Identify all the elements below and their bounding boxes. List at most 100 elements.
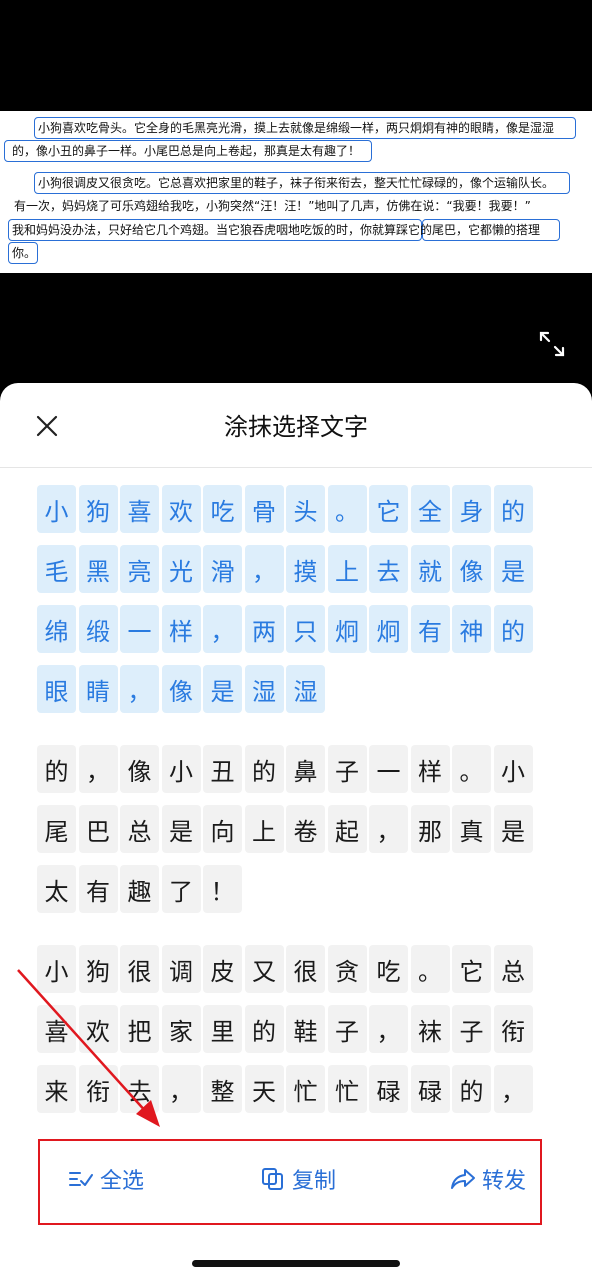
char-cell[interactable]: 巴 — [78, 805, 118, 853]
select-all-button[interactable]: 全选 — [68, 1163, 144, 1195]
char-cell[interactable]: 起 — [327, 805, 367, 853]
char-cell[interactable]: 向 — [203, 805, 242, 853]
char-cell-selected[interactable]: 只 — [286, 605, 325, 653]
char-cell[interactable]: 太 — [37, 865, 76, 913]
forward-button[interactable]: 转发 — [450, 1163, 526, 1195]
char-cell-selected[interactable]: 像 — [161, 665, 201, 713]
char-cell-selected[interactable]: 湿 — [244, 665, 284, 713]
char-cell[interactable]: 像 — [120, 745, 159, 793]
char-cell[interactable]: 把 — [120, 1005, 159, 1053]
char-cell-selected[interactable]: ， — [244, 545, 284, 593]
char-cell[interactable]: 衔 — [78, 1065, 118, 1113]
char-cell[interactable]: 忙 — [327, 1065, 367, 1113]
char-cell-selected[interactable]: 它 — [369, 485, 408, 533]
char-cell[interactable]: 一 — [369, 745, 408, 793]
char-cell[interactable]: 小 — [37, 945, 76, 993]
char-cell[interactable]: ， — [369, 1005, 408, 1053]
char-cell[interactable]: 尾 — [37, 805, 76, 853]
char-cell[interactable]: 子 — [327, 1005, 367, 1053]
char-cell[interactable]: 子 — [452, 1005, 491, 1053]
char-cell-selected[interactable]: 是 — [493, 545, 533, 593]
char-cell[interactable]: 皮 — [203, 945, 242, 993]
char-cell-selected[interactable]: 毛 — [37, 545, 76, 593]
char-cell-selected[interactable]: 。 — [327, 485, 367, 533]
char-cell-selected[interactable]: 头 — [286, 485, 325, 533]
char-cell-selected[interactable]: 去 — [369, 545, 408, 593]
char-cell[interactable]: 上 — [244, 805, 284, 853]
char-cell[interactable]: 的 — [452, 1065, 491, 1113]
char-cell-selected[interactable]: 神 — [452, 605, 491, 653]
char-cell[interactable]: 它 — [452, 945, 491, 993]
char-cell[interactable]: 天 — [244, 1065, 284, 1113]
char-cell-selected[interactable]: 吃 — [203, 485, 242, 533]
char-cell-selected[interactable]: 滑 — [203, 545, 242, 593]
char-cell-selected[interactable]: 像 — [452, 545, 491, 593]
char-cell[interactable]: 小 — [161, 745, 201, 793]
char-cell[interactable]: 吃 — [369, 945, 408, 993]
char-cell[interactable]: 小 — [493, 745, 533, 793]
char-cell[interactable]: 样 — [410, 745, 450, 793]
char-cell[interactable]: 的 — [244, 1005, 284, 1053]
char-cell[interactable]: ， — [369, 805, 408, 853]
char-cell[interactable]: 调 — [161, 945, 201, 993]
char-cell-selected[interactable]: 亮 — [120, 545, 159, 593]
char-cell[interactable]: 是 — [493, 805, 533, 853]
char-cell[interactable]: 卷 — [286, 805, 325, 853]
char-cell-selected[interactable]: 炯 — [327, 605, 367, 653]
char-cell-selected[interactable]: 两 — [244, 605, 284, 653]
char-cell[interactable]: 那 — [410, 805, 450, 853]
char-cell-selected[interactable]: 就 — [410, 545, 450, 593]
char-cell-selected[interactable]: 骨 — [244, 485, 284, 533]
char-cell-selected[interactable]: 一 — [120, 605, 159, 653]
char-cell[interactable]: 家 — [161, 1005, 201, 1053]
char-cell[interactable]: 总 — [120, 805, 159, 853]
char-cell[interactable]: 。 — [452, 745, 491, 793]
char-cell[interactable]: 袜 — [410, 1005, 450, 1053]
char-cell[interactable]: 子 — [327, 745, 367, 793]
char-cell-selected[interactable]: 有 — [410, 605, 450, 653]
char-cell-selected[interactable]: 绵 — [37, 605, 76, 653]
char-cell[interactable]: 很 — [286, 945, 325, 993]
char-cell[interactable]: 忙 — [286, 1065, 325, 1113]
char-cell[interactable]: ， — [78, 745, 118, 793]
char-cell-selected[interactable]: 上 — [327, 545, 367, 593]
char-cell[interactable]: 衔 — [493, 1005, 533, 1053]
char-cell[interactable]: 了 — [161, 865, 201, 913]
char-cell[interactable]: 很 — [120, 945, 159, 993]
char-cell-selected[interactable]: 狗 — [78, 485, 118, 533]
character-grid[interactable]: 小狗喜欢吃骨头。它全身的毛黑亮光滑，摸上去就像是绵缎一样，两只炯炯有神的眼睛，像… — [37, 485, 537, 1115]
char-cell[interactable]: 的 — [244, 745, 284, 793]
char-cell[interactable]: 来 — [37, 1065, 76, 1113]
char-cell[interactable]: 的 — [37, 745, 76, 793]
char-cell-selected[interactable]: 眼 — [37, 665, 76, 713]
char-cell[interactable]: 总 — [493, 945, 533, 993]
char-cell[interactable]: ！ — [203, 865, 242, 913]
char-cell[interactable]: 是 — [161, 805, 201, 853]
char-cell-selected[interactable]: 喜 — [120, 485, 159, 533]
char-cell-selected[interactable]: 摸 — [286, 545, 325, 593]
char-cell-selected[interactable]: 全 — [410, 485, 450, 533]
char-cell[interactable]: 整 — [203, 1065, 242, 1113]
char-cell-selected[interactable]: 炯 — [369, 605, 408, 653]
char-cell[interactable]: 碌 — [369, 1065, 408, 1113]
char-cell[interactable]: 碌 — [410, 1065, 450, 1113]
char-cell[interactable]: 欢 — [78, 1005, 118, 1053]
char-cell-selected[interactable]: 身 — [452, 485, 491, 533]
char-cell-selected[interactable]: 湿 — [286, 665, 325, 713]
char-cell-selected[interactable]: 欢 — [161, 485, 201, 533]
char-cell-selected[interactable]: 的 — [493, 485, 533, 533]
char-cell[interactable]: ， — [493, 1065, 533, 1113]
char-cell-selected[interactable]: 缎 — [78, 605, 118, 653]
char-cell[interactable]: 贪 — [327, 945, 367, 993]
char-cell[interactable]: 真 — [452, 805, 491, 853]
char-cell-selected[interactable]: 黑 — [78, 545, 118, 593]
char-cell[interactable]: 又 — [244, 945, 284, 993]
char-cell-selected[interactable]: ， — [120, 665, 159, 713]
char-cell[interactable]: 丑 — [203, 745, 242, 793]
expand-icon[interactable] — [538, 330, 566, 358]
char-cell[interactable]: 狗 — [78, 945, 118, 993]
char-cell-selected[interactable]: 睛 — [78, 665, 118, 713]
char-cell[interactable]: 鞋 — [286, 1005, 325, 1053]
char-cell[interactable]: 里 — [203, 1005, 242, 1053]
char-cell[interactable]: 。 — [410, 945, 450, 993]
